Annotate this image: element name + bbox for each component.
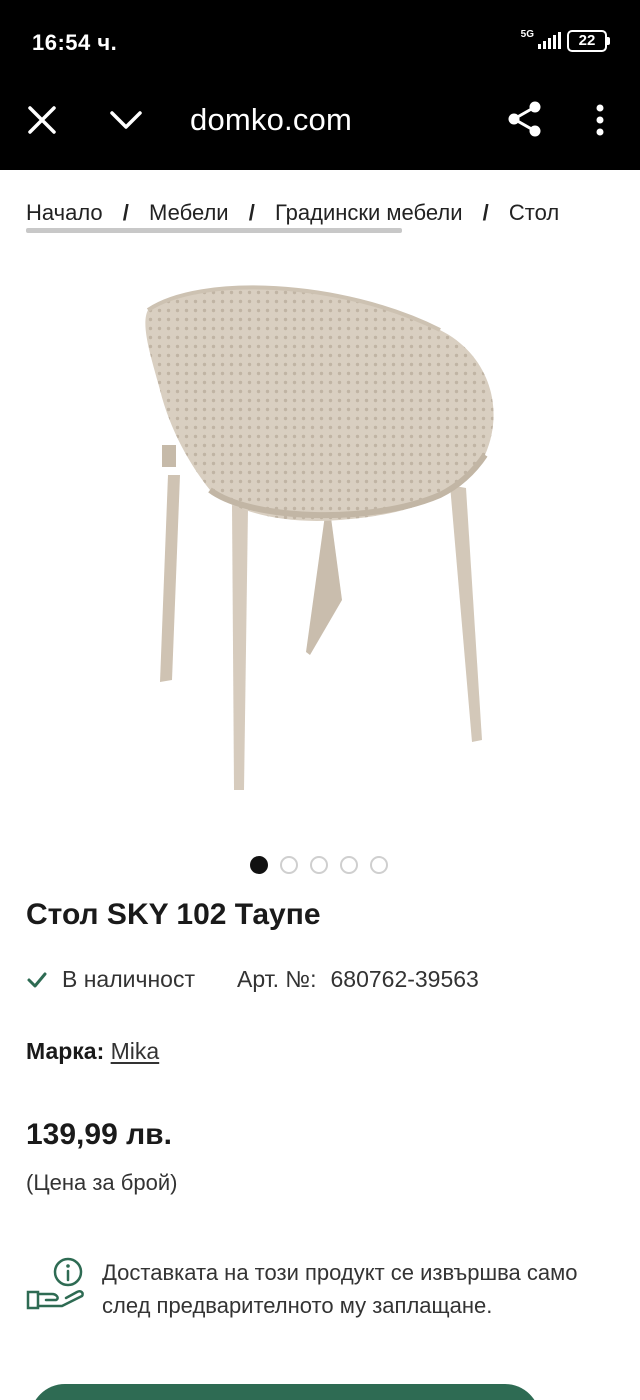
signal-icon [538,32,561,49]
add-to-cart-button[interactable] [30,1384,540,1400]
chevron-down-icon[interactable] [104,100,148,140]
gallery-dots [250,856,388,874]
breadcrumb-home[interactable]: Начало [26,200,103,226]
check-icon [27,972,47,987]
breadcrumb-separator: / [248,200,255,225]
product-image[interactable] [110,270,530,810]
product-price: 139,99 лв. [26,1118,172,1151]
breadcrumb-separator: / [482,200,489,225]
network-type: 5G [520,29,534,40]
url-bar[interactable]: domko.com [190,102,352,138]
sku-value: 680762-39563 [330,966,479,992]
notice-text: Доставката на този продукт се извършва с… [102,1260,578,1318]
breadcrumb: Начало / Мебели / Градински мебели / Сто… [26,200,616,240]
browser-toolbar: domko.com [0,84,640,170]
gallery-dot[interactable] [310,856,328,874]
brand-link[interactable]: Mika [111,1038,160,1064]
brand-label: Марка: [26,1038,105,1064]
gallery-dot[interactable] [370,856,388,874]
breadcrumb-furniture[interactable]: Мебели [149,200,229,226]
share-icon[interactable] [504,98,546,140]
product-title: Стол SKY 102 Таупе [26,898,321,931]
battery-icon: 22 [567,30,610,52]
price-note: (Цена за брой) [26,1170,178,1195]
stock-row: В наличност Арт. №: 680762-39563 [26,966,479,993]
battery-level: 22 [567,30,607,52]
gallery-dot[interactable] [250,856,268,874]
status-bar: 16:54 ч. 5G 22 [0,0,640,84]
breadcrumb-separator: / [122,200,129,225]
brand-row: Марка: Mika [26,1038,159,1065]
gallery-dot[interactable] [340,856,358,874]
status-time: 16:54 ч. [32,30,118,55]
status-indicators: 5G 22 [521,30,610,52]
breadcrumb-scroll-indicator [26,228,402,233]
breadcrumb-current: Стол [508,200,560,225]
gallery-dot[interactable] [280,856,298,874]
close-icon[interactable] [22,100,62,140]
info-hand-icon [26,1257,84,1310]
more-vert-icon[interactable] [588,100,612,140]
sku-label: Арт. №: [237,966,317,992]
breadcrumb-garden-furniture[interactable]: Градински мебели [275,200,463,226]
stock-status: В наличност [62,966,196,992]
